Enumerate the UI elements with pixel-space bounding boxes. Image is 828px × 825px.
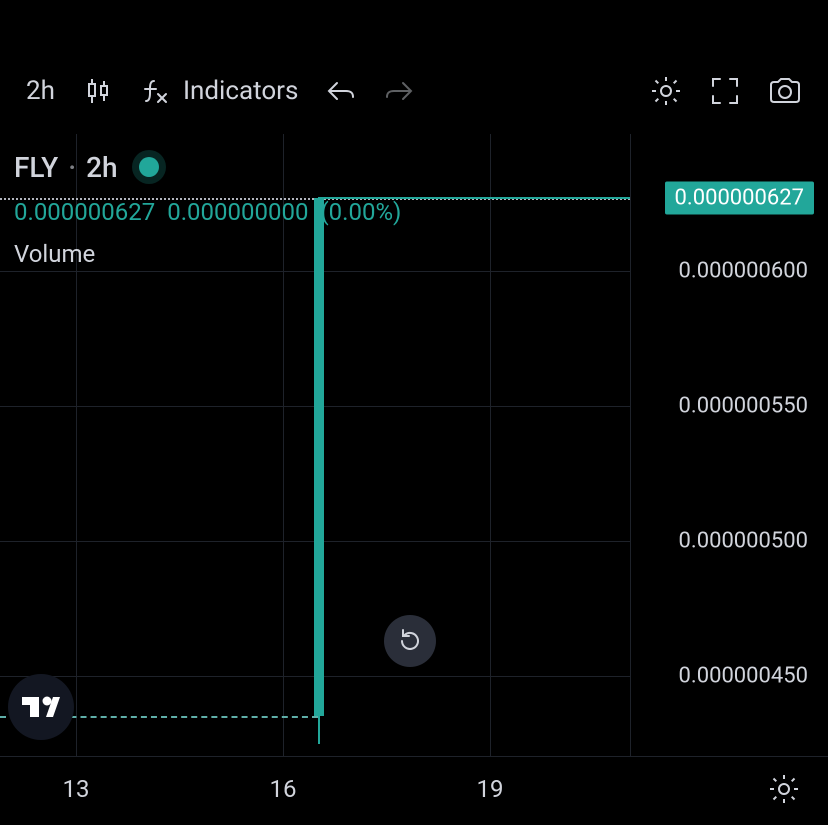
price-scale[interactable]: 0.000000627 0.000000600 0.000000550 0.00… — [630, 134, 828, 756]
chart-legend: FLY · 2h 0.000000627 0.000000000 (0.00%)… — [14, 150, 401, 268]
legend-change: 0.000000000 — [167, 198, 308, 226]
time-scale[interactable]: 13 16 19 — [0, 756, 828, 825]
legend-values-row: 0.000000627 0.000000000 (0.00%) — [14, 198, 401, 226]
candlestick-icon — [83, 76, 113, 106]
legend-symbol-row[interactable]: FLY · 2h — [14, 150, 401, 184]
time-scale-tick: 13 — [63, 775, 90, 803]
redo-button[interactable] — [370, 66, 428, 116]
price-scale-tick: 0.000000450 — [679, 664, 808, 689]
legend-change-pct: (0.00%) — [320, 198, 401, 226]
fx-icon — [141, 76, 171, 106]
undo-icon — [326, 79, 356, 103]
reset-icon — [396, 627, 424, 655]
time-scale-settings-button[interactable] — [768, 773, 800, 809]
fullscreen-icon — [710, 76, 740, 106]
redo-icon — [384, 79, 414, 103]
time-scale-tick: 19 — [477, 775, 504, 803]
toolbar: 2h Indicators — [0, 66, 828, 116]
legend-status-dot-wrap — [128, 150, 162, 184]
tradingview-icon — [22, 695, 60, 719]
snapshot-button[interactable] — [754, 66, 816, 116]
legend-interval: 2h — [86, 151, 117, 184]
legend-status-dot — [139, 157, 159, 177]
gear-icon — [768, 773, 800, 805]
price-scale-tick: 0.000000500 — [679, 529, 808, 554]
chart-pane[interactable]: FLY · 2h 0.000000627 0.000000000 (0.00%)… — [0, 134, 828, 756]
time-scale-tick: 16 — [270, 775, 297, 803]
price-scale-current: 0.000000627 — [665, 182, 814, 215]
price-scale-tick: 0.000000600 — [679, 259, 808, 284]
interval-selector[interactable]: 2h — [12, 66, 69, 116]
legend-volume-label: Volume — [14, 240, 95, 268]
tradingview-logo[interactable] — [8, 674, 74, 740]
legend-price: 0.000000627 — [14, 198, 155, 226]
fullscreen-button[interactable] — [696, 66, 754, 116]
indicators-button[interactable]: Indicators — [127, 66, 312, 116]
plot-area[interactable]: FLY · 2h 0.000000627 0.000000000 (0.00%)… — [0, 134, 630, 756]
legend-symbol: FLY — [14, 151, 58, 184]
camera-icon — [768, 77, 802, 105]
legend-volume-row[interactable]: Volume — [14, 240, 401, 268]
legend-sep: · — [68, 151, 76, 184]
gear-icon — [650, 75, 682, 107]
indicators-label: Indicators — [183, 76, 298, 106]
grid-vline — [490, 134, 491, 756]
reset-chart-button[interactable] — [384, 615, 436, 667]
price-scale-tick: 0.000000550 — [679, 394, 808, 419]
chart-style-selector[interactable] — [69, 66, 127, 116]
candle-body — [314, 198, 324, 716]
undo-button[interactable] — [312, 66, 370, 116]
settings-button[interactable] — [636, 66, 696, 116]
